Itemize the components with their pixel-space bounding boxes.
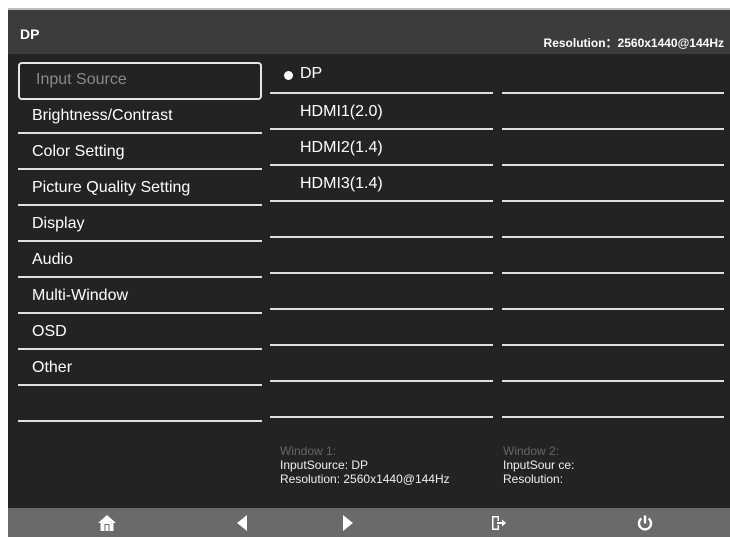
menu-item-display[interactable]: Display <box>18 206 262 242</box>
third-item-empty <box>502 166 724 202</box>
menu-item-label: Brightness/Contrast <box>32 107 173 124</box>
third-item-empty <box>502 58 724 94</box>
submenu-item-empty <box>270 274 493 310</box>
submenu-item-hdmi2[interactable]: HDMI2(1.4) <box>270 130 493 166</box>
window2-info: Window 2: InputSour ce: Resolution: <box>503 444 574 486</box>
third-item-empty <box>502 238 724 274</box>
third-item-empty <box>502 130 724 166</box>
submenu-item-dp[interactable]: DP <box>270 58 493 94</box>
submenu-item-label: DP <box>300 65 323 82</box>
menu-item-label: Input Source <box>36 71 127 88</box>
menu-item-label: Picture Quality Setting <box>32 179 191 196</box>
third-item-empty <box>502 274 724 310</box>
submenu-item-empty <box>270 238 493 274</box>
window2-resolution: Resolution: <box>503 472 564 486</box>
menu-item-audio[interactable]: Audio <box>18 242 262 278</box>
main-menu: Input Source Brightness/Contrast Color S… <box>18 58 262 422</box>
window2-title: Window 2: <box>503 444 560 458</box>
menu-item-input-source[interactable]: Input Source <box>18 62 262 100</box>
menu-item-label: Display <box>32 215 85 232</box>
third-item-empty <box>502 94 724 130</box>
menu-item-osd[interactable]: OSD <box>18 314 262 350</box>
window1-title: Window 1: <box>280 444 337 458</box>
submenu-item-hdmi1[interactable]: HDMI1(2.0) <box>270 94 493 130</box>
menu-item-picture-quality[interactable]: Picture Quality Setting <box>18 170 262 206</box>
menu-item-empty <box>18 386 262 422</box>
menu-item-label: Multi-Window <box>32 287 129 304</box>
third-item-empty <box>502 310 724 346</box>
input-title: DP <box>20 26 40 42</box>
third-item-empty <box>502 382 724 418</box>
menu-item-label: Color Setting <box>32 143 125 160</box>
right-arrow-icon[interactable] <box>336 514 360 532</box>
selected-dot-icon <box>284 71 293 80</box>
power-icon[interactable] <box>633 514 657 532</box>
left-arrow-icon[interactable] <box>230 514 254 532</box>
submenu-item-empty <box>270 382 493 418</box>
submenu-item-label: HDMI3(1.4) <box>300 175 383 192</box>
resolution-readout: Resolution：2560x1440@144Hz <box>543 36 724 50</box>
home-icon[interactable] <box>95 514 119 532</box>
submenu-item-empty <box>270 310 493 346</box>
menu-item-multi-window[interactable]: Multi-Window <box>18 278 262 314</box>
menu-item-color-setting[interactable]: Color Setting <box>18 134 262 170</box>
osd-menu: DP Resolution：2560x1440@144Hz Input Sour… <box>8 8 730 537</box>
third-item-empty <box>502 346 724 382</box>
window1-info: Window 1: InputSource: DP Resolution: 25… <box>280 444 450 486</box>
submenu-item-empty <box>270 346 493 382</box>
submenu-item-label: HDMI1(2.0) <box>300 103 383 120</box>
submenu-item-hdmi3[interactable]: HDMI3(1.4) <box>270 166 493 202</box>
menu-item-label: Other <box>32 359 73 376</box>
submenu-item-empty <box>270 202 493 238</box>
menu-item-brightness-contrast[interactable]: Brightness/Contrast <box>18 98 262 134</box>
menu-item-label: Audio <box>32 251 73 268</box>
exit-icon[interactable] <box>486 514 510 532</box>
third-column <box>502 58 724 418</box>
window1-input: InputSource: DP <box>280 458 369 472</box>
osd-header: DP Resolution：2560x1440@144Hz <box>8 10 730 54</box>
osd-footer <box>8 508 730 537</box>
menu-item-other[interactable]: Other <box>18 350 262 386</box>
input-source-submenu: DP HDMI1(2.0) HDMI2(1.4) HDMI3(1.4) <box>270 58 493 418</box>
window1-resolution: Resolution: 2560x1440@144Hz <box>280 472 450 486</box>
submenu-item-label: HDMI2(1.4) <box>300 139 383 156</box>
menu-item-label: OSD <box>32 323 67 340</box>
window2-input: InputSour ce: <box>503 458 575 472</box>
third-item-empty <box>502 202 724 238</box>
